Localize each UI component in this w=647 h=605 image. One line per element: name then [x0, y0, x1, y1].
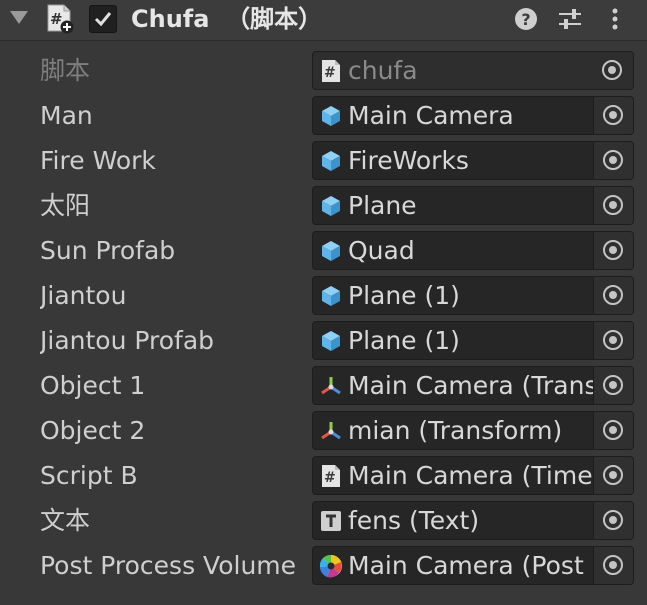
object-field[interactable]: Main Camera (Transform): [312, 366, 634, 405]
object-field-value: fens (Text): [348, 506, 480, 535]
object-picker-icon: [603, 555, 623, 575]
object-field-value: FireWorks: [348, 146, 469, 175]
object-field[interactable]: FireWorks: [312, 141, 634, 180]
object-field[interactable]: Plane (1): [312, 321, 634, 360]
text-icon: [319, 509, 343, 533]
object-picker-button[interactable]: [593, 412, 633, 449]
field-label: Man: [40, 101, 93, 130]
gameobject-cube-icon: [319, 284, 343, 308]
transform-icon: [319, 419, 343, 443]
object-field-value: Plane: [348, 191, 417, 220]
object-field[interactable]: Plane (1): [312, 276, 634, 315]
field-row: Post Process Volume Main Camera (Post Pro…: [0, 543, 647, 588]
gameobject-cube-icon: [319, 239, 343, 263]
object-picker-button[interactable]: [593, 322, 633, 359]
object-picker-icon: [603, 105, 623, 125]
field-row: Man Main Camera: [0, 93, 647, 138]
field-row: Object 2 mian (Transform): [0, 408, 647, 453]
object-picker-button[interactable]: [593, 367, 633, 404]
checkmark-icon: [94, 12, 112, 27]
object-picker-icon: [603, 285, 623, 305]
field-row: Sun Profab Quad: [0, 228, 647, 273]
object-picker-icon: [603, 150, 623, 170]
object-picker-icon: [603, 330, 623, 350]
transform-icon: [319, 374, 343, 398]
object-picker-button[interactable]: [593, 547, 633, 584]
object-field[interactable]: Main Camera: [312, 96, 634, 135]
object-picker-icon: [603, 420, 623, 440]
gameobject-cube-icon: [319, 194, 343, 218]
field-label: 文本: [40, 506, 91, 535]
object-field-value: Main Camera (Time): [348, 461, 593, 490]
field-row: Jiantou Plane (1): [0, 273, 647, 318]
kebab-menu-icon[interactable]: [600, 4, 630, 34]
object-picker-icon: [603, 375, 623, 395]
field-label: Fire Work: [40, 146, 156, 175]
presets-icon[interactable]: [555, 4, 585, 34]
object-field-value: mian (Transform): [348, 416, 563, 445]
field-label: Jiantou: [40, 281, 127, 310]
svg-text:?: ?: [521, 10, 530, 29]
object-picker-icon: [603, 510, 623, 530]
field-label: Sun Profab: [40, 236, 176, 265]
script-icon: #: [319, 59, 343, 83]
component-header: # Chufa （脚本） ?: [0, 0, 647, 41]
gameobject-cube-icon: [319, 104, 343, 128]
object-field-value: Main Camera (Post Process Volume): [348, 551, 593, 580]
object-picker-button[interactable]: [593, 187, 633, 224]
svg-text:#: #: [324, 65, 336, 81]
field-row: Fire Work FireWorks: [0, 138, 647, 183]
field-row: Object 1 Main Camera (Transform): [0, 363, 647, 408]
object-picker-button: [593, 52, 633, 89]
object-field: # chufa: [312, 51, 634, 90]
object-field[interactable]: mian (Transform): [312, 411, 634, 450]
foldout-arrow-icon[interactable]: [10, 11, 28, 24]
object-field[interactable]: Plane: [312, 186, 634, 225]
object-picker-icon: [603, 465, 623, 485]
object-picker-button[interactable]: [593, 277, 633, 314]
object-field-value: Plane (1): [348, 326, 460, 355]
object-picker-button[interactable]: [593, 232, 633, 269]
component-title: Chufa （脚本）: [131, 5, 323, 33]
object-field[interactable]: fens (Text): [312, 501, 634, 540]
object-picker-icon: [603, 240, 623, 260]
object-field[interactable]: Quad: [312, 231, 634, 270]
svg-text:#: #: [324, 470, 336, 486]
field-row: 太阳 Plane: [0, 183, 647, 228]
field-label: Jiantou Profab: [40, 326, 215, 355]
component-enabled-checkbox[interactable]: [89, 5, 117, 33]
object-field-value: Plane (1): [348, 281, 460, 310]
field-label: 太阳: [40, 191, 91, 220]
field-label: Object 1: [40, 371, 146, 400]
object-field-value: Quad: [348, 236, 415, 265]
field-row: 脚本 # chufa: [0, 48, 647, 93]
field-row: 文本 fens (Text): [0, 498, 647, 543]
object-picker-icon: [603, 195, 623, 215]
gameobject-cube-icon: [319, 329, 343, 353]
field-label: Script B: [40, 461, 138, 490]
object-field-value: Main Camera (Transform): [348, 371, 593, 400]
object-picker-button[interactable]: [593, 457, 633, 494]
svg-text:#: #: [50, 10, 63, 28]
field-label: Post Process Volume: [40, 551, 297, 580]
post-process-icon: [319, 554, 343, 578]
field-label: 脚本: [40, 56, 91, 85]
script-icon: #: [319, 464, 343, 488]
object-field[interactable]: # Main Camera (Time): [312, 456, 634, 495]
field-row: Jiantou Profab Plane (1): [0, 318, 647, 363]
field-label: Object 2: [40, 416, 146, 445]
script-component-icon: #: [47, 4, 74, 34]
help-icon[interactable]: ?: [511, 4, 541, 34]
object-picker-icon: [602, 60, 622, 80]
object-field[interactable]: Main Camera (Post Process Volume): [312, 546, 634, 585]
object-picker-button[interactable]: [593, 502, 633, 539]
object-picker-button[interactable]: [593, 97, 633, 134]
object-field-value: chufa: [348, 56, 418, 85]
object-picker-button[interactable]: [593, 142, 633, 179]
field-row: Script B # Main Camera (Time): [0, 453, 647, 498]
gameobject-cube-icon: [319, 149, 343, 173]
object-field-value: Main Camera: [348, 101, 514, 130]
